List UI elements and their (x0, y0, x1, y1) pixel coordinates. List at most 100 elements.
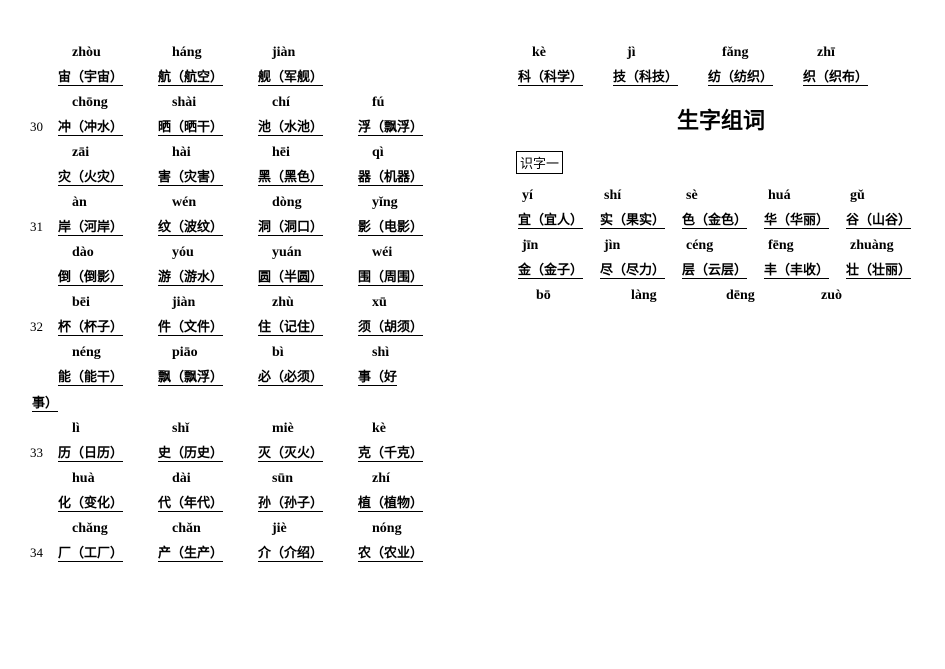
pinyin-row: néng piāo bì shì (30, 337, 456, 361)
char-entry: 代（年代） (158, 495, 223, 512)
char-entry: 游（游水） (158, 269, 223, 286)
pinyin: kè (356, 421, 456, 437)
pinyin: hài (156, 145, 256, 161)
pinyin: huà (56, 471, 156, 487)
char-entry: 黑（黑色） (258, 169, 323, 186)
char-entry: 住（记住） (258, 319, 323, 336)
char-entry: 池（水池） (258, 119, 323, 136)
pinyin: dēng (706, 288, 801, 304)
char-entry: 织（织布） (803, 69, 868, 86)
char-entry: 纹（波纹） (158, 219, 223, 236)
line-number: 33 (30, 445, 56, 461)
pinyin: zhù (256, 295, 356, 311)
pinyin: lì (56, 421, 156, 437)
pinyin: fǎng (706, 45, 801, 61)
pinyin: àn (56, 195, 156, 211)
char-entry: 历（日历） (58, 445, 123, 462)
char-entry: 史（历史） (158, 445, 223, 462)
pinyin-row: bēi jiàn zhù xū (30, 287, 456, 311)
pinyin: xū (356, 295, 456, 311)
char-entry: 尽（尽力） (600, 262, 665, 279)
char-entry: 须（胡须） (358, 319, 423, 336)
section-title: 生字组词 (516, 103, 926, 135)
char-entry: 影（电影） (358, 219, 423, 236)
pinyin: zhí (356, 471, 456, 487)
char-entry: 金（金子） (518, 262, 583, 279)
pinyin-row: àn wén dòng yǐng (30, 187, 456, 211)
char-row: 宜（宜人） 实（果实） 色（金色） 华（华丽） 谷（山谷） (516, 204, 926, 228)
char-entry: 色（金色） (682, 212, 747, 229)
pinyin: jì (611, 45, 706, 61)
pinyin: jīn (516, 238, 598, 254)
pinyin: sè (680, 188, 762, 204)
char-entry: 洞（洞口） (258, 219, 323, 236)
char-row: 能（能干） 飘（飘浮） 必（必须） 事（好 (30, 361, 456, 385)
char-row: 33 历（日历） 史（历史） 灭（灭火） 克（千克） (30, 437, 456, 461)
char-entry: 害（灾害） (158, 169, 223, 186)
char-entry: 农（农业） (358, 545, 423, 562)
char-entry-wrap: 事） (32, 395, 58, 412)
char-entry: 技（科技） (613, 69, 678, 86)
pinyin: céng (680, 238, 762, 254)
char-entry: 器（机器） (358, 169, 423, 186)
char-entry: 件（文件） (158, 319, 223, 336)
pinyin-row: jīn jìn céng fēng zhuàng (516, 230, 926, 254)
pinyin: zhī (801, 45, 896, 61)
pinyin-row: huà dài sūn zhí (30, 463, 456, 487)
pinyin: bì (256, 345, 356, 361)
line-number: 31 (30, 219, 56, 235)
char-entry: 植（植物） (358, 495, 423, 512)
char-entry: 实（果实） (600, 212, 665, 229)
pinyin: fēng (762, 238, 844, 254)
pinyin: miè (256, 421, 356, 437)
pinyin: háng (156, 45, 256, 61)
pinyin: zhòu (56, 45, 156, 61)
char-entry: 能（能干） (58, 369, 123, 386)
pinyin: huá (762, 188, 844, 204)
char-entry: 华（华丽） (764, 212, 829, 229)
char-entry: 宙（宇宙） (58, 69, 123, 86)
pinyin: gǔ (844, 188, 926, 204)
char-entry: 谷（山谷） (846, 212, 911, 229)
char-entry: 灭（灭火） (258, 445, 323, 462)
pinyin: chí (256, 95, 356, 111)
char-entry: 产（生产） (158, 545, 223, 562)
char-row: 倒（倒影） 游（游水） 圆（半圆） 围（周围） (30, 261, 456, 285)
char-entry: 化（变化） (58, 495, 123, 512)
char-row: 化（变化） 代（年代） 孙（孙子） 植（植物） (30, 487, 456, 511)
char-entry: 科（科学） (518, 69, 583, 86)
char-entry: 浮（飘浮） (358, 119, 423, 136)
section-label: 识字一 (516, 151, 563, 174)
char-row: 30 冲（冲水） 晒（晒干） 池（水池） 浮（飘浮） (30, 111, 456, 135)
char-entry: 圆（半圆） (258, 269, 323, 286)
char-row: 31 岸（河岸） 纹（波纹） 洞（洞口） 影（电影） (30, 211, 456, 235)
char-row: 科（科学） 技（科技） 纺（纺织） 织（织布） (516, 61, 926, 85)
char-entry: 飘（飘浮） (158, 369, 223, 386)
pinyin: dài (156, 471, 256, 487)
line-number: 32 (30, 319, 56, 335)
pinyin: shài (156, 95, 256, 111)
pinyin: làng (611, 288, 706, 304)
pinyin: zuò (801, 288, 896, 304)
pinyin: jiàn (156, 295, 256, 311)
pinyin-row: dào yóu yuán wéi (30, 237, 456, 261)
right-column: kè jì fǎng zhī 科（科学） 技（科技） 纺（纺织） 织（织布） 生… (486, 35, 926, 649)
pinyin: piāo (156, 345, 256, 361)
pinyin: chōng (56, 95, 156, 111)
pinyin-row: kè jì fǎng zhī (516, 37, 926, 61)
char-entry: 倒（倒影） (58, 269, 123, 286)
pinyin: wén (156, 195, 256, 211)
pinyin: qì (356, 145, 456, 161)
pinyin: dào (56, 245, 156, 261)
pinyin: jiè (256, 521, 356, 537)
char-entry: 冲（冲水） (58, 119, 123, 136)
pinyin: zhuàng (844, 238, 926, 254)
pinyin: yóu (156, 245, 256, 261)
char-row: 32 杯（杯子） 件（文件） 住（记住） 须（胡须） (30, 311, 456, 335)
line-number: 30 (30, 119, 56, 135)
pinyin-row: chǎng chǎn jiè nóng (30, 513, 456, 537)
char-entry: 层（云层） (682, 262, 747, 279)
pinyin: jìn (598, 238, 680, 254)
pinyin-row: zāi hài hēi qì (30, 137, 456, 161)
pinyin: wéi (356, 245, 456, 261)
